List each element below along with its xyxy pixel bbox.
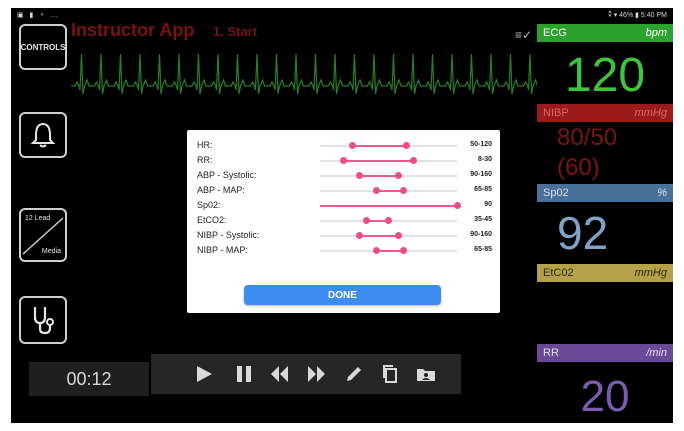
etco2-header: EtC02 mmHg [537, 264, 673, 282]
nibp-unit: mmHg [634, 107, 667, 119]
media-label: Media [41, 248, 61, 255]
ecg-header: ECG bpm [537, 24, 673, 42]
limit-range: 50-120 [470, 141, 492, 148]
limit-slider[interactable] [320, 172, 457, 179]
slider-thumb[interactable] [372, 187, 380, 194]
spo2-name: Sp02 [543, 187, 569, 199]
limit-range: 65-85 [474, 246, 492, 253]
limit-row: Sp02: 90 [197, 199, 492, 212]
slider-thumb[interactable] [363, 217, 371, 224]
device-screen: ▣ ▮ ♆ … ⁑ ▾ 46% ▮ 5:40 PM CONTROLS 12 Le… [11, 8, 673, 423]
limit-label: NIBP - MAP: [197, 245, 248, 255]
etco2-name: EtC02 [543, 267, 574, 279]
play-icon[interactable] [191, 362, 217, 386]
limit-label: ABP - Systolic: [197, 170, 257, 180]
bell-icon [30, 122, 56, 148]
app-title: Instructor App [71, 20, 195, 40]
stethoscope-icon [33, 307, 54, 335]
rr-value[interactable]: 20 [537, 372, 673, 422]
stethoscope-button[interactable] [19, 296, 67, 344]
step-label: 1. Start [213, 24, 258, 39]
slider-thumb[interactable] [394, 232, 402, 239]
nibp-name: NIBP [543, 107, 569, 119]
nibp-value[interactable]: 80/50 [537, 124, 673, 152]
ecg-name: ECG [543, 27, 567, 39]
limit-row: EtCO2: 35-45 [197, 214, 492, 227]
limit-slider[interactable] [320, 247, 457, 254]
spo2-header: Sp02 % [537, 184, 673, 202]
limit-slider[interactable] [320, 202, 461, 209]
alarm-limits-dialog: HR: 50-120 RR: 8-30 ABP - Systolic: 90-160 ABP… [187, 130, 500, 313]
limit-range: 65-85 [474, 186, 492, 193]
slider-fill [359, 235, 399, 237]
limit-slider[interactable] [320, 157, 457, 164]
limit-row: ABP - Systolic: 90-160 [197, 169, 492, 182]
slider-thumb[interactable] [402, 142, 410, 149]
copy-icon[interactable] [377, 362, 403, 386]
limit-row: ABP - MAP: 65-85 [197, 184, 492, 197]
limit-label: EtCO2: [197, 215, 227, 225]
slider-thumb[interactable] [400, 247, 408, 254]
etco2-unit: mmHg [634, 267, 667, 279]
limit-slider[interactable] [320, 187, 457, 194]
limit-row: NIBP - MAP: 65-85 [197, 244, 492, 257]
menu-check-icon[interactable]: ≡✓ [515, 28, 532, 42]
ecg-unit: bpm [645, 27, 667, 39]
slider-thumb[interactable] [453, 202, 461, 209]
pencil-icon[interactable] [341, 362, 367, 386]
rr-unit: /min [646, 347, 667, 359]
limit-range: 90-160 [470, 231, 492, 238]
nibp-header: NIBP mmHg [537, 104, 673, 122]
slider-fill [352, 145, 407, 147]
limit-row: HR: 50-120 [197, 139, 492, 152]
rr-header: RR /min [537, 344, 673, 362]
limit-label: RR: [197, 155, 213, 165]
slider-thumb[interactable] [356, 232, 364, 239]
fast-forward-icon[interactable] [303, 362, 329, 386]
limit-label: HR: [197, 140, 213, 150]
nibp-mean-value[interactable]: (60) [537, 154, 673, 182]
slider-fill [343, 160, 414, 162]
limit-label: ABP - MAP: [197, 185, 245, 195]
limit-slider[interactable] [320, 232, 457, 239]
limit-range: 8-30 [477, 156, 492, 163]
limit-slider[interactable] [320, 142, 457, 149]
slider-thumb[interactable] [400, 187, 408, 194]
slider-thumb[interactable] [385, 217, 392, 224]
controls-button[interactable]: CONTROLS [19, 24, 67, 70]
rewind-icon[interactable] [267, 362, 293, 386]
slider-thumb[interactable] [409, 157, 417, 164]
limit-range: 90 [484, 201, 492, 208]
status-battery-clock: ⁑ ▾ 46% ▮ 5:40 PM [608, 12, 667, 19]
twelve-lead-media-button[interactable]: 12 Lead Media [19, 208, 67, 262]
slider-thumb[interactable] [339, 157, 347, 164]
playback-toolbar [151, 354, 461, 394]
rr-name: RR [543, 347, 559, 359]
limit-row: RR: 8-30 [197, 154, 492, 167]
twelve-lead-label: 12 Lead [25, 215, 51, 222]
spo2-unit: % [657, 187, 667, 199]
alarm-button[interactable] [19, 112, 67, 158]
elapsed-timer: 00:12 [29, 362, 149, 396]
limit-label: NIBP - Systolic: [197, 230, 260, 240]
slider-thumb[interactable] [394, 172, 402, 179]
status-icons: ▣ ▮ ♆ … [17, 12, 60, 19]
limit-label: Sp02: [197, 200, 221, 210]
slider-thumb[interactable] [372, 247, 380, 254]
folder-contact-icon[interactable] [413, 362, 439, 386]
controls-label: CONTROLS [20, 42, 66, 52]
slider-thumb[interactable] [349, 142, 357, 149]
ecg-value[interactable]: 120 [537, 48, 673, 103]
limit-range: 90-160 [470, 171, 492, 178]
slider-thumb[interactable] [356, 172, 364, 179]
spo2-value[interactable]: 92 [537, 206, 673, 260]
limit-range: 35-45 [474, 216, 492, 223]
limit-slider[interactable] [320, 217, 457, 224]
done-button[interactable]: DONE [244, 285, 441, 305]
slider-fill [359, 175, 399, 177]
limit-row: NIBP - Systolic: 90-160 [197, 229, 492, 242]
pause-icon[interactable] [231, 362, 257, 386]
slider-fill [320, 205, 457, 207]
